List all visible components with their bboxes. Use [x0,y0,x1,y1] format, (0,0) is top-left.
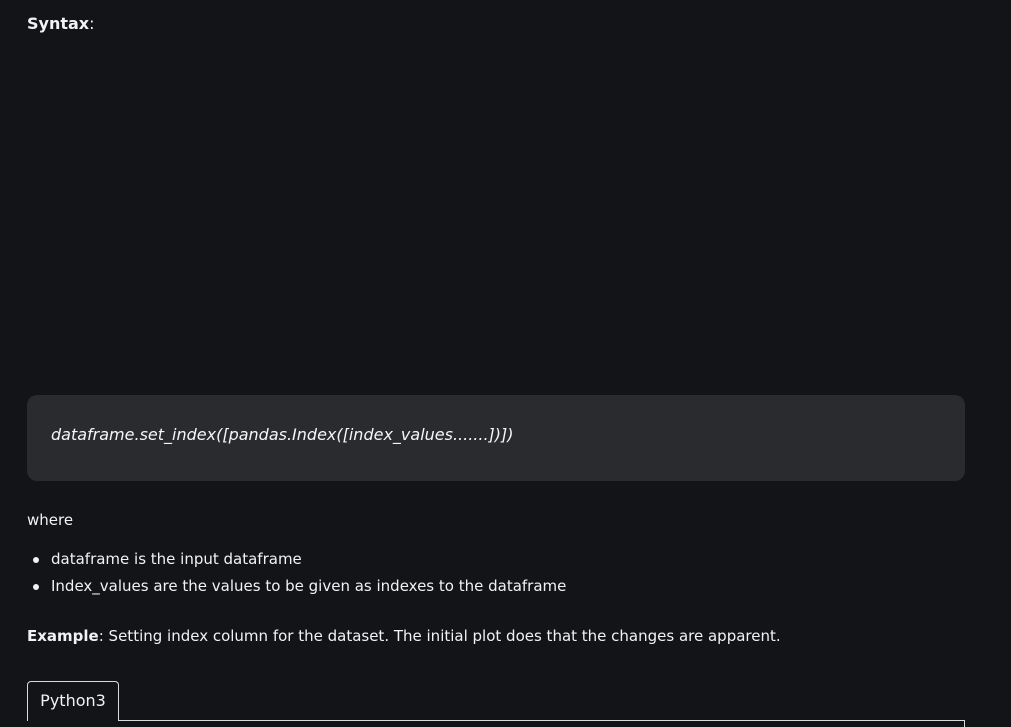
parameter-list: dataframe is the input dataframe Index_v… [27,546,566,600]
example-paragraph: Example: Setting index column for the da… [27,626,781,646]
where-text: where [27,511,74,529]
list-item-text: dataframe is the input dataframe [51,550,302,568]
article-page: Syntax: dataframe.set_index([pandas.Inde… [0,0,1011,727]
code-tab-bar: Python3 [27,681,965,727]
syntax-label: Syntax [27,14,90,33]
bullet-icon [33,584,39,590]
syntax-colon: : [89,14,95,33]
syntax-heading: Syntax: [27,13,95,35]
syntax-code-block: dataframe.set_index([pandas.Index([index… [27,395,965,481]
list-item: Index_values are the values to be given … [27,573,566,600]
tab-python3[interactable]: Python3 [27,681,119,721]
example-text: : Setting index column for the dataset. … [98,627,781,645]
code-panel-edge [964,720,965,727]
example-label: Example [27,627,99,645]
tab-bar-divider [27,720,965,721]
list-item-text: Index_values are the values to be given … [51,577,567,595]
bullet-icon [33,557,39,563]
syntax-code-text: dataframe.set_index([pandas.Index([index… [51,425,514,444]
list-item: dataframe is the input dataframe [27,546,566,573]
